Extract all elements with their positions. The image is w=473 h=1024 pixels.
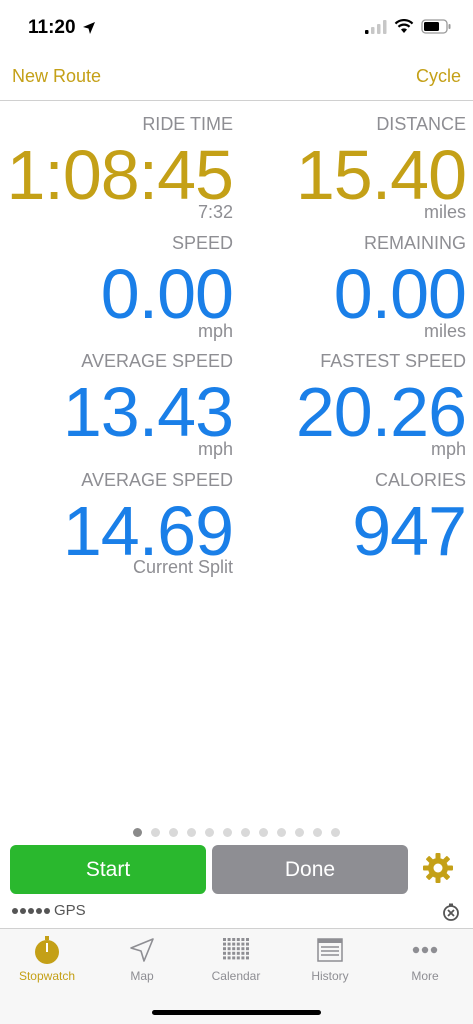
status-time: 11:20: [28, 17, 96, 39]
gps-signal-dot: [20, 907, 26, 914]
page-dot[interactable]: [277, 828, 286, 837]
status-bar: 11:20: [0, 0, 473, 56]
page-dot[interactable]: [313, 828, 322, 837]
home-indicator: [152, 1010, 321, 1015]
tab-map-label: Map: [130, 969, 154, 983]
fastest-speed-value: 20.26: [295, 373, 467, 451]
gps-signal-dot: [12, 907, 18, 914]
ride-time-label: RIDE TIME: [142, 114, 233, 134]
page-dot[interactable]: [133, 828, 142, 837]
tab-history-label: History: [311, 969, 349, 983]
tab-history[interactable]: History: [283, 929, 377, 999]
new-route-button[interactable]: New Route: [12, 66, 101, 87]
fastest-speed-unit: mph: [430, 439, 466, 459]
speed-value: 0.00: [100, 255, 234, 333]
current-split-label: Current Split: [132, 557, 233, 577]
average-speed-label: AVERAGE SPEED: [81, 351, 233, 371]
tab-map[interactable]: Map: [95, 929, 189, 999]
history-list-icon: [317, 938, 343, 962]
split-average-speed-label: AVERAGE SPEED: [81, 470, 233, 490]
calories-label: CALORIES: [374, 470, 466, 490]
calendar-grid-icon: [223, 938, 249, 960]
start-button[interactable]: Start: [10, 845, 206, 894]
auto-pause-timer-icon[interactable]: [441, 902, 461, 922]
battery-icon: [421, 19, 451, 34]
average-speed-unit: mph: [197, 439, 233, 459]
page-dot[interactable]: [151, 828, 160, 837]
page-dot[interactable]: [205, 828, 214, 837]
location-arrow-icon: [130, 938, 154, 962]
gps-status: GPS: [12, 902, 86, 919]
page-indicator[interactable]: [0, 828, 473, 837]
page-dot[interactable]: [223, 828, 232, 837]
gear-icon[interactable]: [422, 852, 454, 884]
gps-label: GPS: [54, 902, 86, 919]
tab-calendar[interactable]: Calendar: [189, 929, 283, 999]
speed-metric[interactable]: SPEED 0.00 mph: [0, 233, 234, 341]
ride-time-metric[interactable]: RIDE TIME 1:08:45 7:32: [0, 114, 234, 222]
average-speed-metric[interactable]: AVERAGE SPEED 13.43 mph: [0, 351, 234, 459]
ride-time-value: 1:08:45: [6, 136, 234, 214]
page-dot[interactable]: [259, 828, 268, 837]
tab-stopwatch-label: Stopwatch: [18, 969, 76, 983]
remaining-value: 0.00: [333, 255, 467, 333]
calories-metric[interactable]: CALORIES 947: [245, 470, 467, 578]
tab-more[interactable]: More: [378, 929, 472, 999]
status-icons: [365, 19, 451, 34]
speed-label: SPEED: [171, 233, 233, 253]
remaining-unit: miles: [423, 321, 466, 341]
more-dots-icon: [412, 946, 438, 954]
tab-stopwatch[interactable]: Stopwatch: [0, 929, 94, 999]
stopwatch-icon: [35, 936, 59, 964]
nav-bar: New Route Cycle: [0, 56, 473, 101]
cellular-signal-icon: [365, 19, 387, 34]
split-average-speed-metric[interactable]: AVERAGE SPEED 14.69 Current Split: [0, 470, 234, 578]
location-services-icon: [82, 22, 95, 34]
remaining-label: REMAINING: [363, 233, 466, 253]
tab-calendar-label: Calendar: [211, 969, 261, 983]
fastest-speed-label: FASTEST SPEED: [320, 351, 466, 371]
ride-time-sub: 7:32: [197, 202, 233, 222]
distance-label: DISTANCE: [376, 114, 466, 134]
tab-bar: Stopwatch Map Calendar History More: [0, 928, 473, 1024]
distance-unit: miles: [423, 202, 466, 222]
activity-type-button[interactable]: Cycle: [416, 66, 461, 87]
gps-signal-dot: [36, 907, 42, 914]
distance-metric[interactable]: DISTANCE 15.40 miles: [245, 114, 467, 222]
page-dot[interactable]: [241, 828, 250, 837]
calories-value: 947: [352, 492, 467, 570]
gps-signal-dots: [12, 907, 50, 914]
page-dot[interactable]: [295, 828, 304, 837]
tab-more-label: More: [411, 969, 439, 983]
page-dot[interactable]: [331, 828, 340, 837]
gps-signal-dot: [28, 907, 34, 914]
average-speed-value: 13.43: [62, 373, 234, 451]
gps-signal-dot: [44, 907, 50, 914]
page-dot[interactable]: [187, 828, 196, 837]
fastest-speed-metric[interactable]: FASTEST SPEED 20.26 mph: [245, 351, 467, 459]
distance-value: 15.40: [295, 136, 467, 214]
split-average-speed-value: 14.69: [62, 492, 234, 570]
done-button[interactable]: Done: [212, 845, 408, 894]
stopwatch-screen: 11:20 New Route Cycle RIDE TIME 1:08:45 …: [0, 0, 473, 1024]
page-dot[interactable]: [169, 828, 178, 837]
status-time-text: 11:20: [28, 17, 76, 38]
remaining-metric[interactable]: REMAINING 0.00 miles: [245, 233, 467, 341]
speed-unit: mph: [197, 321, 233, 341]
wifi-icon: [394, 19, 414, 33]
